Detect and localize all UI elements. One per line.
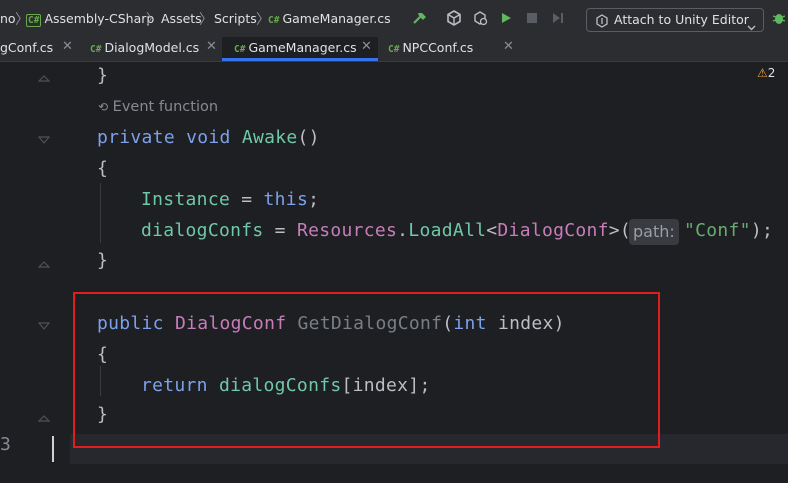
chevron-down-icon: [747, 16, 756, 35]
attach-to-unity-editor-dropdown[interactable]: Attach to Unity Editor: [586, 8, 764, 32]
code-line: }: [97, 250, 108, 271]
close-icon[interactable]: ✕: [206, 39, 217, 54]
code-line: {: [97, 158, 108, 179]
tab-npcconf[interactable]: C# NPCConf.cs ✕: [378, 37, 518, 61]
code-line: }: [97, 65, 108, 86]
play-icon[interactable]: [497, 9, 515, 27]
close-icon[interactable]: ✕: [62, 39, 73, 54]
step-icon[interactable]: [549, 9, 567, 27]
tab-gconf[interactable]: gConf.cs ✕: [0, 37, 82, 61]
navigation-bar: no 〉 C# Assembly-CSharp 〉 Assets 〉 Script…: [0, 0, 788, 38]
tab-dialogmodel[interactable]: C# DialogModel.cs ✕: [82, 37, 222, 61]
close-icon[interactable]: ✕: [503, 39, 514, 54]
csharp-file-icon: C#: [90, 44, 102, 55]
code-token: LoadAll: [408, 220, 487, 241]
breadcrumb-assembly[interactable]: C# Assembly-CSharp: [26, 11, 154, 27]
tab-label: gConf.cs: [0, 40, 54, 55]
breadcrumb-scripts[interactable]: Scripts: [214, 11, 257, 26]
code-line: private void Awake(): [97, 127, 320, 148]
tab-label: C# DialogModel.cs: [90, 40, 199, 55]
breadcrumb-assembly-label: Assembly-CSharp: [44, 11, 155, 26]
code-editor[interactable]: 3 ⚠2 } ⟲ Event function private void Awa…: [0, 62, 788, 483]
csharp-file-icon: C#: [234, 44, 246, 55]
unity-icon[interactable]: [445, 9, 463, 27]
stop-icon[interactable]: [523, 9, 541, 27]
breadcrumb-separator: 〉: [146, 12, 160, 28]
code-token: >(: [608, 220, 632, 241]
code-token: );: [750, 220, 774, 241]
code-token: .: [397, 220, 409, 241]
red-annotation-box: [73, 292, 660, 448]
breadcrumb-project[interactable]: no: [0, 11, 16, 26]
code-token: (): [297, 127, 320, 148]
breadcrumb-assets[interactable]: Assets: [161, 11, 202, 26]
breadcrumb-separator: 〉: [199, 12, 213, 28]
hint-label: Event function: [112, 99, 219, 115]
code-line: dialogConfs = Resources.LoadAll<DialogCo…: [141, 220, 631, 241]
code-token: <: [486, 220, 498, 241]
editor-tab-bar: gConf.cs ✕ C# DialogModel.cs ✕ C# GameMana…: [0, 37, 788, 62]
warnings-indicator[interactable]: ⚠2: [757, 66, 775, 80]
parameter-name-hint: path:: [629, 219, 679, 245]
fold-marker-icon[interactable]: [38, 136, 50, 146]
code-token: this: [263, 189, 309, 210]
fold-marker-icon[interactable]: [38, 322, 50, 332]
fold-marker-icon[interactable]: [38, 412, 50, 422]
tab-label-text: NPCConf.cs: [402, 40, 474, 55]
code-token: =: [263, 220, 297, 241]
fold-marker-icon[interactable]: [38, 258, 50, 268]
attach-button-label: Attach to Unity Editor: [614, 12, 749, 27]
tab-label-text: GameManager.cs: [248, 40, 357, 55]
editor-gutter: 3: [0, 62, 70, 483]
fold-marker-icon[interactable]: [38, 72, 50, 82]
code-token: Instance: [141, 189, 231, 210]
csharp-file-icon: C#: [26, 14, 42, 27]
tab-label: C# NPCConf.cs: [388, 40, 473, 55]
indent-guide: [100, 183, 101, 243]
code-token: =: [230, 189, 264, 210]
code-token: Resources: [296, 220, 398, 241]
warning-icon: ⚠: [757, 66, 768, 80]
build-hammer-icon[interactable]: [411, 9, 429, 27]
unity-refresh-icon[interactable]: [471, 9, 489, 27]
gutter-line-label: 3: [0, 434, 11, 455]
unity-attach-icon: [595, 13, 609, 32]
breadcrumb-file[interactable]: C# GameManager.cs: [268, 11, 391, 26]
code-token: ;: [308, 189, 320, 210]
code-token: }: [97, 65, 109, 86]
code-token: dialogConfs: [141, 220, 264, 241]
csharp-file-icon: C#: [268, 15, 280, 26]
unity-event-icon: ⟲: [98, 100, 109, 114]
warning-count: 2: [767, 66, 776, 80]
debug-bug-icon[interactable]: [770, 9, 788, 27]
code-token: "Conf": [684, 220, 751, 241]
code-line: "Conf");: [684, 220, 773, 241]
code-token: private: [97, 127, 175, 148]
close-icon[interactable]: ✕: [361, 39, 372, 54]
code-line: Instance = this;: [141, 189, 319, 210]
text-cursor: [52, 436, 54, 462]
event-function-hint[interactable]: ⟲ Event function: [98, 99, 218, 115]
code-token: Awake: [241, 127, 298, 148]
tab-label: C# GameManager.cs: [234, 40, 357, 55]
active-tab-indicator: [222, 58, 378, 61]
code-token: void: [186, 127, 231, 148]
code-token: DialogConf: [497, 220, 609, 241]
tab-label-text: DialogModel.cs: [104, 40, 200, 55]
csharp-file-icon: C#: [388, 44, 400, 55]
code-token: {: [97, 158, 109, 179]
breadcrumb-file-label: GameManager.cs: [282, 11, 391, 26]
code-token: }: [97, 250, 109, 271]
